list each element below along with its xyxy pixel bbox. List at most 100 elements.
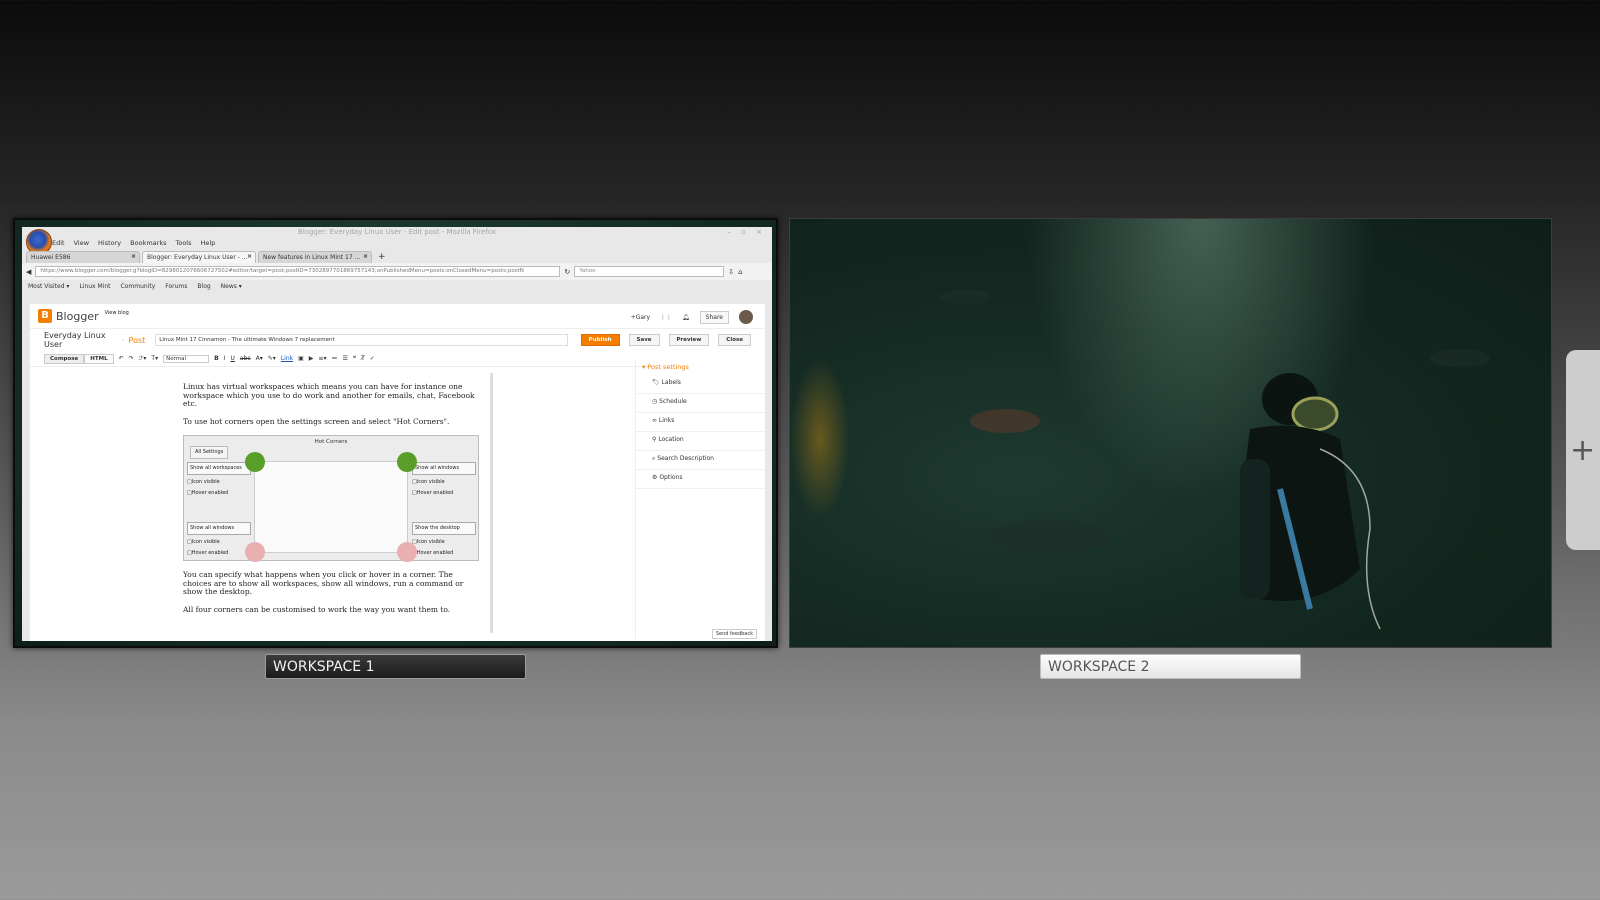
post-label: Post (128, 335, 146, 345)
browser-tab[interactable]: New features in Linux Mint 17 ... × (258, 251, 372, 263)
quote-icon[interactable]: ❝ (353, 355, 356, 362)
menu-tools[interactable]: Tools (175, 238, 191, 249)
bookmark-most-visited[interactable]: Most Visited ▾ (28, 283, 69, 290)
search-icon: ⌕ (652, 455, 656, 462)
font-size-icon[interactable]: T▾ (151, 355, 158, 362)
format-select[interactable]: Normal (163, 354, 210, 363)
search-input[interactable]: Yahoo (574, 266, 725, 277)
post-body-editor[interactable]: Linux has virtual workspaces which means… (175, 373, 493, 633)
view-blog-link[interactable]: View blog (105, 310, 129, 316)
wallpaper-fish (990, 519, 1110, 554)
font-icon[interactable]: ℱ▾ (139, 355, 147, 362)
publish-button[interactable]: Publish (580, 334, 620, 346)
close-icon[interactable]: × (131, 253, 136, 260)
bold-icon[interactable]: B (214, 355, 219, 362)
redo-icon[interactable]: ↷ (129, 355, 134, 362)
sidebar-item-labels[interactable]: 🏷︎ Labels (636, 375, 765, 394)
corner-preview (245, 452, 417, 562)
bookmark-blog[interactable]: Blog (197, 283, 210, 290)
url-bar[interactable]: https://www.blogger.com/blogger.g?blogID… (35, 266, 561, 277)
bullet-list-icon[interactable]: ☰ (342, 355, 347, 362)
editor-toolbar: Compose HTML ↶ ↷ ℱ▾ T▾ Normal B I U abc … (30, 351, 650, 367)
align-icon[interactable]: ≡▾ (318, 355, 326, 362)
firefox-window[interactable]: Blogger: Everyday Linux User - Edit post… (22, 227, 772, 641)
post-settings-header[interactable]: ▾ Post settings (636, 359, 765, 375)
close-button[interactable]: Close (718, 334, 751, 346)
workspace-2-thumbnail[interactable] (789, 218, 1552, 648)
window-controls[interactable]: – ▫ × (727, 227, 766, 238)
hover-enabled-checkbox: Hover enabled (187, 489, 251, 498)
hover-enabled-checkbox: Hover enabled (412, 549, 476, 558)
workspace-1-thumbnail[interactable]: Blogger: Everyday Linux User - Edit post… (13, 218, 778, 648)
post-settings-sidebar: ▾ Post settings 🏷︎ Labels ◷ Schedule ∞ L… (635, 359, 765, 639)
sidebar-item-location[interactable]: ⚲ Location (636, 432, 765, 451)
sidebar-item-options[interactable]: ⚙ Options (636, 470, 765, 489)
add-workspace-button[interactable]: + (1566, 350, 1600, 550)
corner-indicator (397, 452, 417, 472)
html-tab[interactable]: HTML (84, 353, 114, 364)
bottom-right-corner-settings: Show the desktop Icon visible Hover enab… (412, 522, 476, 561)
user-link[interactable]: +Gary (631, 314, 650, 321)
menu-bar: Edit View History Bookmarks Tools Help (22, 238, 772, 249)
apps-grid-icon[interactable]: ⋮⋮ (660, 314, 672, 321)
strikethrough-icon[interactable]: abc (240, 355, 251, 362)
close-icon[interactable]: × (363, 253, 368, 260)
home-icon[interactable]: ⌂ (738, 268, 742, 276)
reload-icon[interactable]: ↻ (564, 268, 570, 276)
icon-visible-checkbox: Icon visible (187, 478, 251, 487)
bookmark-community[interactable]: Community (121, 283, 156, 290)
browser-tab-active[interactable]: Blogger: Everyday Linux User - ... × (142, 251, 256, 263)
preview-button[interactable]: Preview (668, 334, 710, 346)
blog-name[interactable]: Everyday Linux User (44, 331, 118, 349)
sidebar-item-search-description[interactable]: ⌕ Search Description (636, 451, 765, 470)
gear-icon: ⚙ (652, 474, 658, 481)
bookmark-forums[interactable]: Forums (165, 283, 187, 290)
blogger-wordmark[interactable]: Blogger (56, 310, 99, 323)
clear-format-icon[interactable]: T̸ (361, 355, 365, 362)
workspace-2-label[interactable]: WORKSPACE 2 (1040, 654, 1301, 679)
menu-edit[interactable]: Edit (52, 238, 65, 249)
bookmarks-bar: Most Visited ▾ Linux Mint Community Foru… (22, 280, 772, 293)
highlight-icon[interactable]: ✎▾ (268, 355, 276, 362)
post-title-input[interactable]: Linux Mint 17 Cinnamon - The ultimate Wi… (155, 334, 568, 346)
menu-bookmarks[interactable]: Bookmarks (130, 238, 166, 249)
compose-tab[interactable]: Compose (44, 353, 85, 364)
menu-help[interactable]: Help (201, 238, 216, 249)
download-icon[interactable]: ⇩ (728, 268, 734, 276)
workspace-1-label[interactable]: WORKSPACE 1 (265, 654, 526, 679)
save-button[interactable]: Save (628, 334, 660, 346)
spellcheck-icon[interactable]: ✓ (370, 355, 375, 362)
link-icon: ∞ (652, 417, 657, 424)
text-color-icon[interactable]: A▾ (256, 355, 263, 362)
new-tab-icon[interactable]: + (374, 251, 390, 263)
bookmark-linux-mint[interactable]: Linux Mint (79, 283, 110, 290)
sidebar-item-links[interactable]: ∞ Links (636, 413, 765, 432)
italic-icon[interactable]: I (224, 355, 226, 362)
menu-view[interactable]: View (74, 238, 89, 249)
image-icon[interactable]: ▣ (298, 355, 304, 362)
share-button[interactable]: Share (699, 310, 729, 324)
wallpaper-fish (940, 289, 990, 305)
numbered-list-icon[interactable]: ≔ (331, 355, 337, 362)
avatar[interactable] (739, 310, 753, 324)
back-icon[interactable]: ◀ (26, 268, 31, 276)
nav-bar: ◀ https://www.blogger.com/blogger.g?blog… (22, 263, 772, 280)
send-feedback-button[interactable]: Send feedback (711, 629, 757, 639)
notifications-bell-icon[interactable]: 🔔︎ (682, 314, 690, 321)
browser-tab[interactable]: Huawei E586 × (26, 251, 140, 263)
paragraph: All four corners can be customised to wo… (183, 604, 451, 614)
undo-icon[interactable]: ↶ (119, 355, 124, 362)
menu-history[interactable]: History (98, 238, 121, 249)
video-icon[interactable]: ▶ (309, 355, 314, 362)
link-button[interactable]: Link (281, 355, 293, 362)
close-icon[interactable]: × (247, 253, 252, 260)
sidebar-item-schedule[interactable]: ◷ Schedule (636, 394, 765, 413)
bookmark-news[interactable]: News ▾ (221, 283, 242, 290)
wallpaper-fish (970, 409, 1040, 433)
underline-icon[interactable]: U (230, 355, 234, 362)
plus-icon: + (1570, 432, 1596, 468)
wallpaper-fish (1430, 349, 1490, 367)
top-left-corner-settings: Show all workspaces Icon visible Hover e… (187, 462, 251, 501)
blogger-logo-icon[interactable]: B (38, 309, 52, 323)
all-settings-button: All Settings (190, 446, 229, 459)
